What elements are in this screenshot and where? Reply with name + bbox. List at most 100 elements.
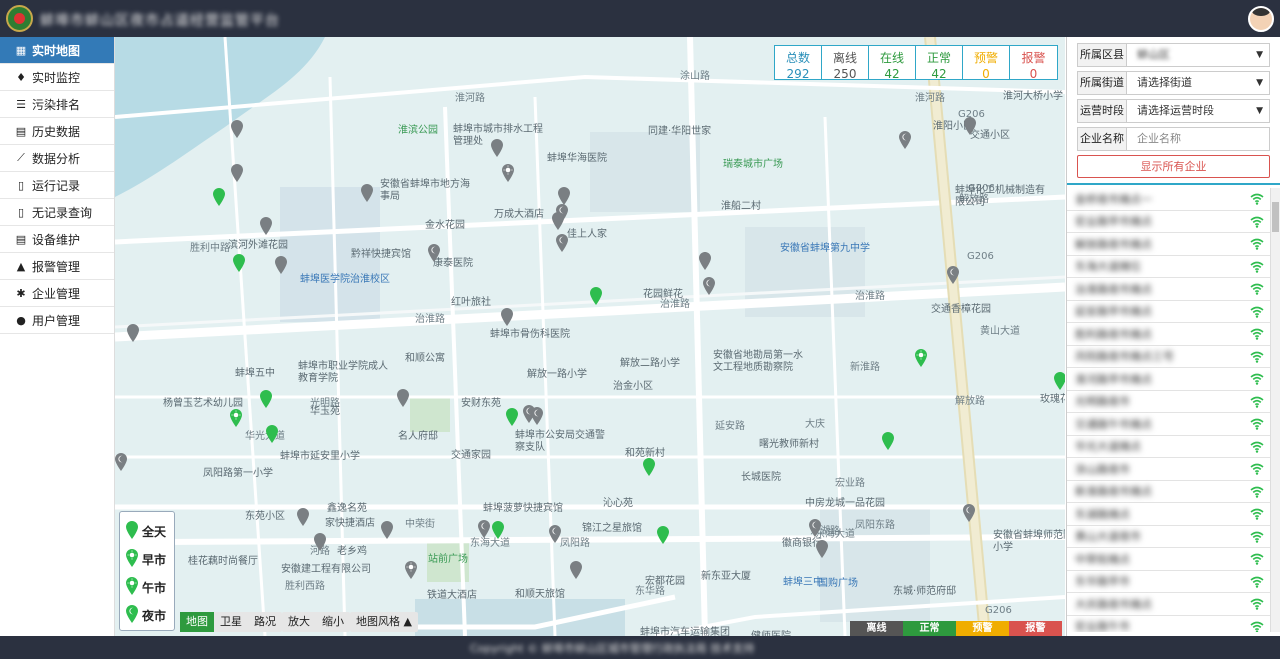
market-pin-offline-icon[interactable] bbox=[501, 308, 513, 326]
market-pin-offline-icon[interactable] bbox=[703, 277, 715, 295]
sidebar-item-6[interactable]: ▯ 无记录查询 bbox=[0, 199, 114, 226]
market-pin-offline-icon[interactable] bbox=[428, 244, 440, 262]
period-label: 运营时段 bbox=[1077, 99, 1127, 123]
market-pin-offline-icon[interactable] bbox=[549, 525, 561, 543]
sidebar-item-7[interactable]: ▤ 设备维护 bbox=[0, 226, 114, 253]
enterprise-list-item[interactable]: 淮河路早市摊点 bbox=[1067, 368, 1270, 391]
enterprise-list-item[interactable]: 胜利路夜市摊点 bbox=[1067, 323, 1270, 346]
legend-item: 午市 bbox=[126, 573, 168, 601]
enterprise-list-item[interactable]: 华光大道摊点 bbox=[1067, 436, 1270, 458]
market-pin-online-icon[interactable] bbox=[657, 526, 669, 544]
map-type-traffic-button[interactable]: 路况 bbox=[248, 612, 282, 632]
market-pin-online-icon[interactable] bbox=[492, 521, 504, 539]
sidebar-item-10[interactable]: ● 用户管理 bbox=[0, 307, 114, 334]
sidebar-item-4[interactable]: ⟋ 数据分析 bbox=[0, 145, 114, 172]
district-select[interactable]: 蚌山区 ▼ bbox=[1127, 43, 1270, 67]
enterprise-list-item[interactable]: 治淮路夜市摊点 bbox=[1067, 278, 1270, 301]
stat-value: 250 bbox=[833, 67, 857, 81]
poi-label: 家快捷酒店 bbox=[325, 518, 375, 529]
market-pin-online-icon[interactable] bbox=[643, 458, 655, 476]
enterprise-list-item[interactable]: 大庆路夜市摊点 bbox=[1067, 593, 1270, 616]
enterprise-list-item[interactable]: 新淮路夜市摊点 bbox=[1067, 481, 1270, 503]
poi-label: 蚌埠市延安里小学 bbox=[280, 451, 360, 462]
zoom-in-button[interactable]: 放大 bbox=[282, 612, 316, 632]
market-pin-offline-icon[interactable] bbox=[361, 184, 373, 202]
market-pin-online-icon[interactable] bbox=[213, 188, 225, 206]
enterprise-list-item[interactable]: 东湖路摊点 bbox=[1067, 503, 1270, 526]
sidebar-item-2[interactable]: ☰ 污染排名 bbox=[0, 91, 114, 118]
market-pin-offline-icon[interactable] bbox=[115, 453, 127, 471]
market-pin-offline-icon[interactable] bbox=[816, 540, 828, 558]
sidebar-item-5[interactable]: ▯ 运行记录 bbox=[0, 172, 114, 199]
market-pin-offline-icon[interactable] bbox=[381, 521, 393, 539]
market-pin-offline-icon[interactable] bbox=[491, 139, 503, 157]
market-pin-offline-icon[interactable] bbox=[502, 164, 514, 182]
user-avatar-icon[interactable] bbox=[1248, 6, 1274, 32]
sidebar-item-8[interactable]: ▲ 报警管理 bbox=[0, 253, 114, 280]
market-pin-offline-icon[interactable] bbox=[556, 234, 568, 252]
map-style-button[interactable]: 地图风格 ▲ bbox=[350, 612, 418, 632]
market-pin-offline-icon[interactable] bbox=[531, 407, 543, 425]
market-pin-offline-icon[interactable] bbox=[275, 256, 287, 274]
enterprise-list-item[interactable]: 解放路夜市摊点 bbox=[1067, 233, 1270, 256]
map-type-satellite-button[interactable]: 卫星 bbox=[214, 612, 248, 632]
market-pin-online-icon[interactable] bbox=[590, 287, 602, 305]
show-all-enterprises-button[interactable]: 显示所有企业 bbox=[1077, 155, 1270, 178]
market-pin-offline-icon[interactable] bbox=[947, 266, 959, 284]
market-pin-offline-icon[interactable] bbox=[260, 217, 272, 235]
market-pin-offline-icon[interactable] bbox=[127, 324, 139, 342]
market-pin-online-icon[interactable] bbox=[233, 254, 245, 272]
market-pin-offline-icon[interactable] bbox=[397, 389, 409, 407]
market-pin-online-icon[interactable] bbox=[882, 432, 894, 450]
enterprise-list-item[interactable]: 宏业路午市 bbox=[1067, 616, 1270, 632]
market-pin-offline-icon[interactable] bbox=[405, 561, 417, 579]
market-pin-online-icon[interactable] bbox=[260, 390, 272, 408]
enterprise-list-item[interactable]: 交通路午市摊点 bbox=[1067, 413, 1270, 436]
market-pin-offline-icon[interactable] bbox=[231, 164, 243, 182]
market-pin-online-icon[interactable] bbox=[1054, 372, 1065, 390]
period-select[interactable]: 请选择运营时段 ▼ bbox=[1127, 99, 1270, 123]
market-pin-offline-icon[interactable] bbox=[552, 212, 564, 230]
street-select[interactable]: 请选择街道 ▼ bbox=[1127, 71, 1270, 95]
sidebar-item-3[interactable]: ▤ 历史数据 bbox=[0, 118, 114, 145]
enterprise-list-item[interactable]: 凤阳路夜市摊点三号 bbox=[1067, 346, 1270, 368]
road-label: 胜利中路 bbox=[190, 243, 230, 254]
market-pin-offline-icon[interactable] bbox=[899, 131, 911, 149]
enterprise-list-item[interactable]: 延安路早市摊点 bbox=[1067, 301, 1270, 323]
market-pin-offline-icon[interactable] bbox=[478, 520, 490, 538]
market-pin-offline-icon[interactable] bbox=[314, 533, 326, 551]
market-pin-offline-icon[interactable] bbox=[963, 504, 975, 522]
market-pin-offline-icon[interactable] bbox=[231, 120, 243, 138]
sidebar-item-0[interactable]: ▦ 实时地图 bbox=[0, 37, 114, 64]
stat-1: 离线 250 bbox=[822, 46, 869, 81]
enterprise-list-item[interactable]: 东华路早市 bbox=[1067, 571, 1270, 593]
market-pin-offline-icon[interactable] bbox=[570, 561, 582, 579]
enterprise-list-item[interactable]: 黄山大道夜市 bbox=[1067, 526, 1270, 548]
market-pin-offline-icon[interactable] bbox=[964, 117, 976, 135]
enterprise-name-input[interactable]: 企业名称 bbox=[1127, 127, 1270, 151]
wifi-icon bbox=[1250, 463, 1264, 478]
sidebar-item-9[interactable]: ✱ 企业管理 bbox=[0, 280, 114, 307]
sidebar-item-1[interactable]: ♦ 实时监控 bbox=[0, 64, 114, 91]
poi-label: 长城医院 bbox=[741, 472, 781, 483]
market-pin-online-icon[interactable] bbox=[266, 425, 278, 443]
map-area[interactable]: 淮河路 淮河路 胜利中路 治淮路 治淮路 治淮路 光明路 华光大道 凤阳路 河路 东海大道 凤阳东路东… bbox=[115, 37, 1065, 636]
scrollbar-thumb[interactable] bbox=[1272, 202, 1279, 232]
zoom-out-button[interactable]: 缩小 bbox=[316, 612, 350, 632]
enterprise-list-item[interactable]: 金桥夜市摊点一 bbox=[1067, 188, 1270, 211]
map-type-map-button[interactable]: 地图 bbox=[180, 612, 214, 632]
enterprise-list-item[interactable]: 涂山路夜市 bbox=[1067, 458, 1270, 481]
enterprise-list-item[interactable]: 中荣街摊点 bbox=[1067, 548, 1270, 571]
market-pin-offline-icon[interactable] bbox=[297, 508, 309, 526]
market-pin-online-icon[interactable] bbox=[230, 409, 242, 427]
poi-label: 解放一路小学 bbox=[527, 369, 587, 380]
market-pin-online-icon[interactable] bbox=[506, 408, 518, 426]
market-pin-offline-icon[interactable] bbox=[809, 519, 821, 537]
enterprise-list-item[interactable]: 宏业路早市摊点 bbox=[1067, 211, 1270, 233]
market-pin-offline-icon[interactable] bbox=[558, 187, 570, 205]
enterprise-list-scrollbar[interactable] bbox=[1270, 188, 1280, 632]
enterprise-list-item[interactable]: 光明路夜市 bbox=[1067, 391, 1270, 413]
enterprise-list-item[interactable]: 东海大道摊位 bbox=[1067, 256, 1270, 278]
market-pin-online-icon[interactable] bbox=[915, 349, 927, 367]
market-pin-offline-icon[interactable] bbox=[699, 252, 711, 270]
